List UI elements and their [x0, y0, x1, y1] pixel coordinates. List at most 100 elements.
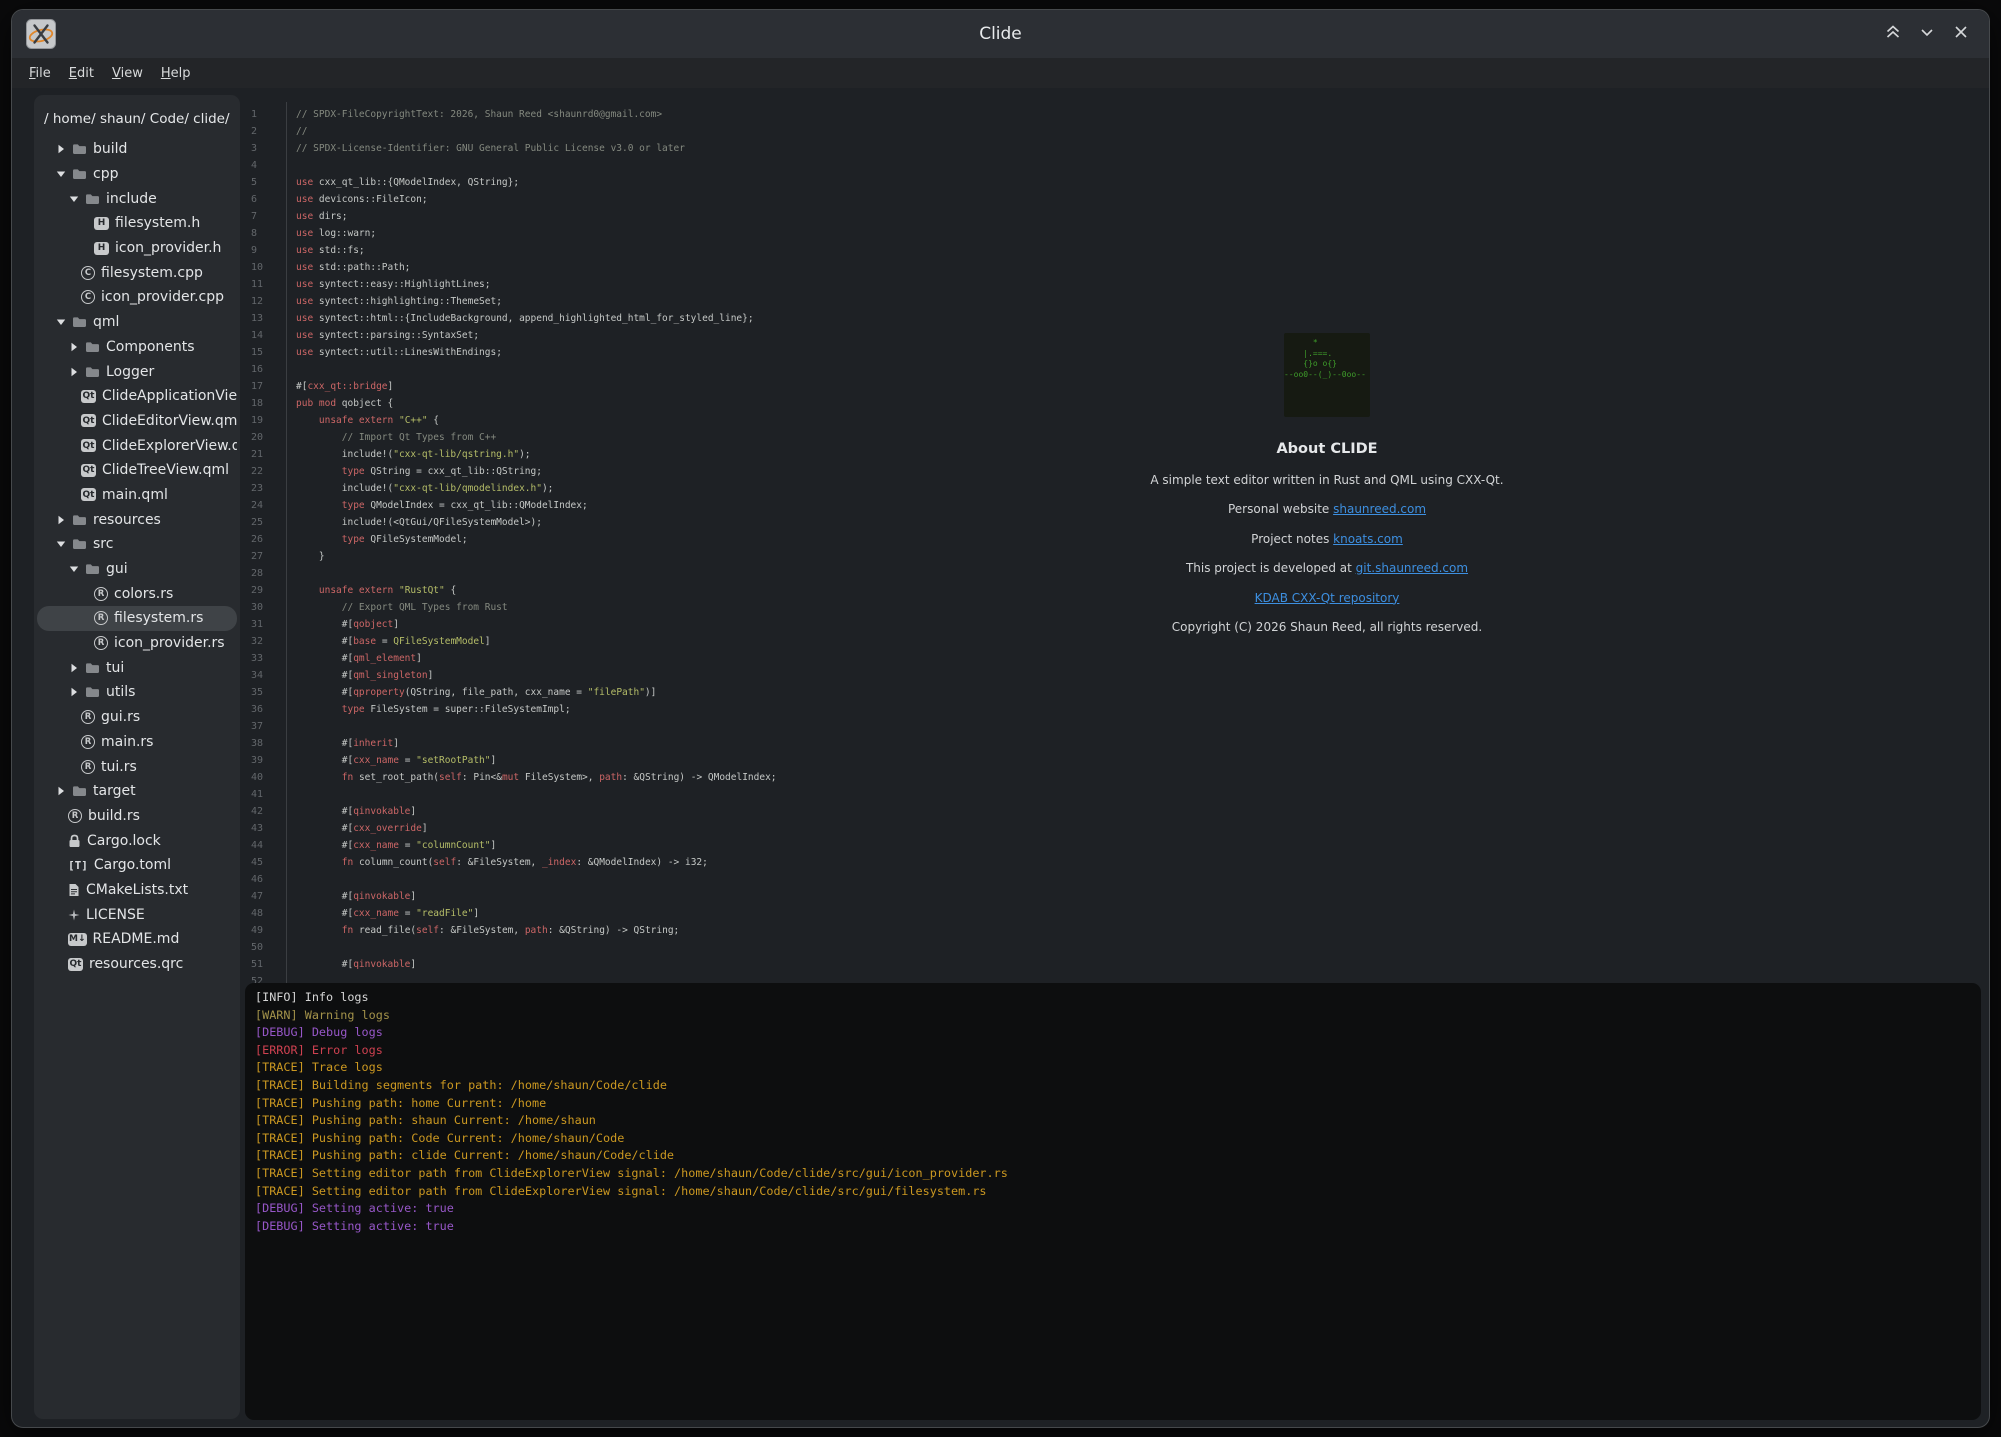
- qt-file-icon: Qt: [68, 958, 83, 971]
- tree-item-utils[interactable]: utils: [37, 680, 237, 705]
- tree-item-resources-qrc[interactable]: Qtresources.qrc: [37, 952, 237, 977]
- tree-item-label: icon_provider.h: [115, 240, 221, 256]
- tree-item-components[interactable]: Components: [37, 335, 237, 360]
- tree-item-cmakelists-txt[interactable]: CMakeLists.txt: [37, 878, 237, 903]
- tree-item-cargo-lock[interactable]: Cargo.lock: [37, 828, 237, 853]
- code-line: 37: [245, 718, 1981, 735]
- tree-item-label: build.rs: [88, 808, 140, 824]
- tree-item-icon-provider-h[interactable]: Hicon_provider.h: [37, 236, 237, 261]
- window-controls: [1883, 10, 1971, 58]
- line-number: 30: [245, 602, 286, 613]
- rust-file-icon: R: [81, 760, 95, 774]
- code-line: 6use devicons::FileIcon;: [245, 191, 1981, 208]
- h-file-icon: H: [94, 217, 109, 230]
- tree-item-label: LICENSE: [86, 907, 145, 923]
- tree-item-build-rs[interactable]: Rbuild.rs: [37, 804, 237, 829]
- tree-item-filesystem-cpp[interactable]: Cfilesystem.cpp: [37, 260, 237, 285]
- file-explorer-panel[interactable]: / home/ shaun/ Code/ clide/ buildcppincl…: [34, 95, 240, 1419]
- tree-item-clideapplicationview-qml[interactable]: QtClideApplicationView.qml: [37, 384, 237, 409]
- tree-item-clidetreeview-qml[interactable]: QtClideTreeView.qml: [37, 458, 237, 483]
- menu-item-help[interactable]: Help: [152, 63, 200, 84]
- code-line: 8use log::warn;: [245, 225, 1981, 242]
- tree-item-label: main.rs: [101, 734, 153, 750]
- tree-item-resources[interactable]: resources: [37, 507, 237, 532]
- about-panel: * |.===. {}o o{} --oo0--(_)--0oo-- About…: [1047, 333, 1607, 634]
- git-shaunreed-com-link[interactable]: git.shaunreed.com: [1356, 561, 1468, 575]
- line-number: 9: [245, 245, 286, 256]
- about-line: Project notes knoats.com: [1047, 532, 1607, 546]
- log-panel[interactable]: [INFO] Info logs[WARN] Warning logs[DEBU…: [245, 983, 1981, 1420]
- menu-item-edit[interactable]: Edit: [60, 63, 103, 84]
- tree-item-icon-provider-rs[interactable]: Ricon_provider.rs: [37, 631, 237, 656]
- tree-item-label: Components: [106, 339, 195, 355]
- tree-item-qml[interactable]: qml: [37, 310, 237, 335]
- about-text: A simple text editor written in Rust and…: [1150, 473, 1503, 487]
- code-text: type QString = cxx_qt_lib::QString;: [286, 466, 542, 477]
- menu-item-view[interactable]: View: [103, 63, 152, 84]
- code-text: // SPDX-License-Identifier: GNU General …: [286, 143, 685, 154]
- tree-item-tui[interactable]: tui: [37, 655, 237, 680]
- titlebar: Clide: [12, 10, 1989, 58]
- code-line: 49 fn read_file(self: &FileSystem, path:…: [245, 922, 1981, 939]
- maximize-button[interactable]: [1883, 24, 1903, 44]
- menu-item-file[interactable]: File: [20, 63, 60, 84]
- tree-item-filesystem-rs[interactable]: Rfilesystem.rs: [37, 606, 237, 631]
- tree-item-colors-rs[interactable]: Rcolors.rs: [37, 581, 237, 606]
- tree-item-src[interactable]: src: [37, 532, 237, 557]
- minimize-button[interactable]: [1917, 24, 1937, 44]
- code-text: include!(<QtGui/QFileSystemModel>);: [286, 517, 542, 528]
- about-text: Personal website: [1228, 502, 1333, 516]
- tree-item-label: CMakeLists.txt: [86, 882, 188, 898]
- tree-item-target[interactable]: target: [37, 779, 237, 804]
- tree-item-gui[interactable]: gui: [37, 557, 237, 582]
- line-number: 37: [245, 721, 286, 732]
- chevron-right-icon: [57, 786, 65, 796]
- tree-item-logger[interactable]: Logger: [37, 359, 237, 384]
- rust-file-icon: R: [68, 809, 82, 823]
- about-line: Personal website shaunreed.com: [1047, 502, 1607, 516]
- tree-item-filesystem-h[interactable]: Hfilesystem.h: [37, 211, 237, 236]
- h-file-icon: H: [94, 242, 109, 255]
- tree-item-build[interactable]: build: [37, 137, 237, 162]
- tree-item-main-qml[interactable]: Qtmain.qml: [37, 483, 237, 508]
- tree-item-readme-md[interactable]: M↓README.md: [37, 927, 237, 952]
- chevron-down-icon: [69, 195, 79, 203]
- tree-item-include[interactable]: include: [37, 186, 237, 211]
- code-text: #[cxx_override]: [286, 823, 428, 834]
- tree-item-tui-rs[interactable]: Rtui.rs: [37, 754, 237, 779]
- tree-item-gui-rs[interactable]: Rgui.rs: [37, 705, 237, 730]
- tree-item-label: src: [93, 536, 113, 552]
- log-line-trace: [TRACE] Pushing path: Code Current: /hom…: [255, 1130, 1971, 1148]
- code-text: type QModelIndex = cxx_qt_lib::QModelInd…: [286, 500, 588, 511]
- folder-icon: [72, 514, 87, 526]
- folder-icon: [72, 143, 87, 155]
- tree-item-clideexplorerview-qml[interactable]: QtClideExplorerView.qml: [37, 433, 237, 458]
- code-line: 50: [245, 939, 1981, 956]
- shaunreed-com-link[interactable]: shaunreed.com: [1333, 502, 1426, 516]
- line-number: 45: [245, 857, 286, 868]
- code-line: 1// SPDX-FileCopyrightText: 2026, Shaun …: [245, 106, 1981, 123]
- line-number: 42: [245, 806, 286, 817]
- line-number: 49: [245, 925, 286, 936]
- line-number: 32: [245, 636, 286, 647]
- tree-item-label: ClideEditorView.qml: [102, 413, 237, 429]
- tree-item-icon-provider-cpp[interactable]: Cicon_provider.cpp: [37, 285, 237, 310]
- tree-item-main-rs[interactable]: Rmain.rs: [37, 730, 237, 755]
- line-number: 11: [245, 279, 286, 290]
- tree-item-license[interactable]: LICENSE: [37, 902, 237, 927]
- close-button[interactable]: [1951, 24, 1971, 44]
- line-number: 48: [245, 908, 286, 919]
- tree-item-clideeditorview-qml[interactable]: QtClideEditorView.qml: [37, 409, 237, 434]
- code-text: include!("cxx-qt-lib/qmodelindex.h");: [286, 483, 553, 494]
- line-number: 15: [245, 347, 286, 358]
- line-number: 52: [245, 976, 286, 983]
- knoats-com-link[interactable]: knoats.com: [1333, 532, 1403, 546]
- kdab-cxx-qt-repository-link[interactable]: KDAB CXX-Qt repository: [1255, 591, 1400, 605]
- line-number: 36: [245, 704, 286, 715]
- tree-item-cargo-toml[interactable]: [T]Cargo.toml: [37, 853, 237, 878]
- toml-file-icon: [T]: [68, 859, 88, 872]
- code-text: #[cxx_name = "columnCount"]: [286, 840, 496, 851]
- tree-item-label: Logger: [106, 364, 154, 380]
- tree-item-cpp[interactable]: cpp: [37, 162, 237, 187]
- line-number: 24: [245, 500, 286, 511]
